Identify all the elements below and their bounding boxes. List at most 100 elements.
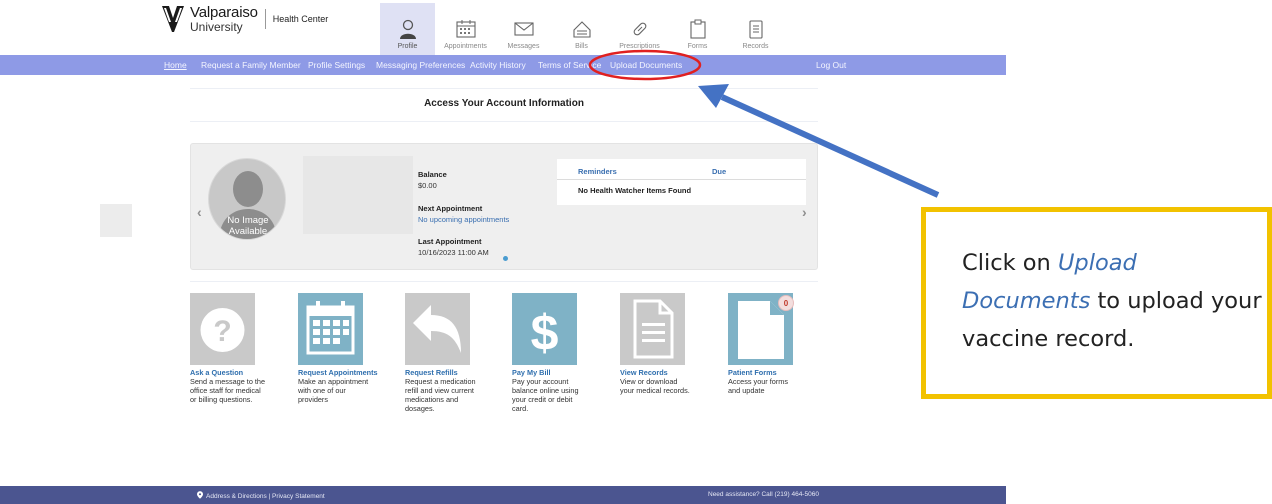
instruction-text: Click on Upload Documents to upload your… xyxy=(962,244,1262,358)
tab-prescriptions-label: Prescriptions xyxy=(619,43,660,50)
tile-pay-bill[interactable]: $ xyxy=(512,293,577,365)
shield-logo-icon xyxy=(162,6,184,32)
question-icon: ? xyxy=(190,293,255,365)
tile-title[interactable]: Patient Forms xyxy=(728,368,824,377)
tile-patient-forms-text: Patient Forms Access your forms and upda… xyxy=(728,368,824,395)
tile-desc: Request a medication refill and view cur… xyxy=(405,377,476,413)
divider xyxy=(190,88,818,89)
main-nav-bar: Home Request a Family Member Profile Set… xyxy=(0,55,1006,75)
tab-bills-label: Bills xyxy=(575,43,588,50)
tile-request-refills[interactable] xyxy=(405,293,470,365)
tile-title[interactable]: View Records xyxy=(620,368,716,377)
divider xyxy=(190,121,818,122)
logo-name: Valparaiso xyxy=(190,4,258,21)
tab-appointments[interactable]: Appointments xyxy=(438,3,493,55)
tile-pay-bill-text: Pay My Bill Pay your account balance onl… xyxy=(512,368,608,413)
no-image-text: No Image Available xyxy=(209,215,285,237)
reminders-header: Reminders Due xyxy=(557,159,806,180)
tab-forms[interactable]: Forms xyxy=(670,3,725,55)
tile-title[interactable]: Ask a Question xyxy=(190,368,286,377)
forms-badge: 0 xyxy=(778,295,794,311)
nav-log-out[interactable]: Log Out xyxy=(816,60,846,70)
tile-title[interactable]: Pay My Bill xyxy=(512,368,608,377)
tile-request-refills-text: Request Refills Request a medication ref… xyxy=(405,368,501,413)
no-image-line-1: No Image xyxy=(227,215,269,226)
dollar-icon: $ xyxy=(512,293,577,365)
tab-records[interactable]: Records xyxy=(728,3,783,55)
reply-arrow-icon xyxy=(405,293,470,365)
tile-view-records[interactable] xyxy=(620,293,685,365)
footer-bar: Address & Directions | Privacy Statement… xyxy=(0,486,1006,504)
next-appointment-value[interactable]: No upcoming appointments xyxy=(418,215,509,224)
side-placeholder xyxy=(100,204,132,237)
document-icon xyxy=(620,293,685,365)
svg-text:$: $ xyxy=(531,305,559,361)
tab-records-label: Records xyxy=(742,43,769,50)
tile-title[interactable]: Request Appointments xyxy=(298,368,394,377)
logo-divider xyxy=(264,9,266,29)
avatar: No Image Available xyxy=(208,158,286,240)
divider xyxy=(190,281,818,282)
last-appointment-block: Last Appointment 10/16/2023 11:00 AM xyxy=(418,237,489,257)
clipboard-icon xyxy=(689,19,706,39)
footer-links[interactable]: Address & Directions | Privacy Statement xyxy=(206,493,325,500)
instruction-line-1: Click on xyxy=(962,250,1051,276)
nav-activity-history[interactable]: Activity History xyxy=(470,60,526,70)
last-appointment-value: 10/16/2023 11:00 AM xyxy=(418,248,489,257)
chevron-left-icon[interactable]: ‹ xyxy=(197,204,202,220)
location-pin-icon xyxy=(197,491,203,499)
nav-upload-documents[interactable]: Upload Documents xyxy=(610,60,682,70)
university-logo[interactable]: Valparaiso University Health Center xyxy=(160,4,328,34)
tab-messages-label: Messages xyxy=(507,43,540,50)
nav-terms-of-service[interactable]: Terms of Service xyxy=(538,60,601,70)
tile-ask-question[interactable]: ? xyxy=(190,293,255,365)
next-appointment-label: Next Appointment xyxy=(418,204,483,213)
instruction-callout: Click on Upload Documents to upload your… xyxy=(921,207,1272,399)
calendar-icon xyxy=(298,293,363,365)
tab-messages[interactable]: Messages xyxy=(496,3,551,55)
nav-request-family-member[interactable]: Request a Family Member xyxy=(201,60,301,70)
svg-text:?: ? xyxy=(213,315,231,348)
tab-profile-label: Profile xyxy=(397,43,418,50)
profile-icon xyxy=(399,19,416,39)
page-title: Access Your Account Information xyxy=(424,98,584,109)
tile-desc: Send a message to the office staff for m… xyxy=(190,377,266,404)
nav-home[interactable]: Home xyxy=(164,60,187,70)
carousel-dot[interactable] xyxy=(503,256,508,261)
tab-appointments-label: Appointments xyxy=(444,43,487,50)
footer-assistance: Need assistance? Call (219) 464-5060 xyxy=(708,491,819,498)
footer-left[interactable]: Address & Directions | Privacy Statement xyxy=(197,491,325,500)
tile-desc: Pay your account balance online using yo… xyxy=(512,377,579,413)
tile-view-records-text: View Records View or download your medic… xyxy=(620,368,716,395)
tile-desc: Access your forms and update xyxy=(728,377,789,395)
balance-value: $0.00 xyxy=(418,181,437,190)
next-appointment-block: Next Appointment No upcoming appointment… xyxy=(418,204,509,224)
nav-profile-settings[interactable]: Profile Settings xyxy=(308,60,365,70)
top-icon-nav: Profile Appointments Messages Bills Pres… xyxy=(380,3,786,55)
pill-icon xyxy=(633,22,646,36)
tile-request-appointments[interactable] xyxy=(298,293,363,365)
account-summary-card: No Image Available Balance $0.00 Next Ap… xyxy=(190,143,818,270)
balance-label: Balance xyxy=(418,170,447,179)
tab-forms-label: Forms xyxy=(687,43,708,50)
tile-patient-forms[interactable]: 0 xyxy=(728,293,794,365)
tab-profile[interactable]: Profile xyxy=(380,3,435,55)
tile-title[interactable]: Request Refills xyxy=(405,368,501,377)
nav-messaging-preferences[interactable]: Messaging Preferences xyxy=(376,60,465,70)
tab-bills[interactable]: Bills xyxy=(554,3,609,55)
no-image-line-2: Available xyxy=(228,226,268,237)
tile-desc: View or download your medical records. xyxy=(620,377,690,395)
logo-product: Health Center xyxy=(272,14,329,24)
tab-prescriptions[interactable]: Prescriptions xyxy=(612,3,667,55)
tile-ask-question-text: Ask a Question Send a message to the off… xyxy=(190,368,286,404)
reminders-empty-text: No Health Watcher Items Found xyxy=(578,186,692,195)
records-icon xyxy=(748,20,763,39)
tile-desc: Make an appointment with one of our prov… xyxy=(298,377,369,404)
balance-block: Balance $0.00 xyxy=(418,170,447,190)
tile-request-appointments-text: Request Appointments Make an appointment… xyxy=(298,368,394,404)
reminders-column: Reminders xyxy=(578,167,617,176)
chevron-right-icon[interactable]: › xyxy=(802,204,807,220)
image-placeholder xyxy=(303,156,413,234)
reminders-panel: Reminders Due No Health Watcher Items Fo… xyxy=(557,159,806,205)
bills-icon xyxy=(572,21,591,38)
